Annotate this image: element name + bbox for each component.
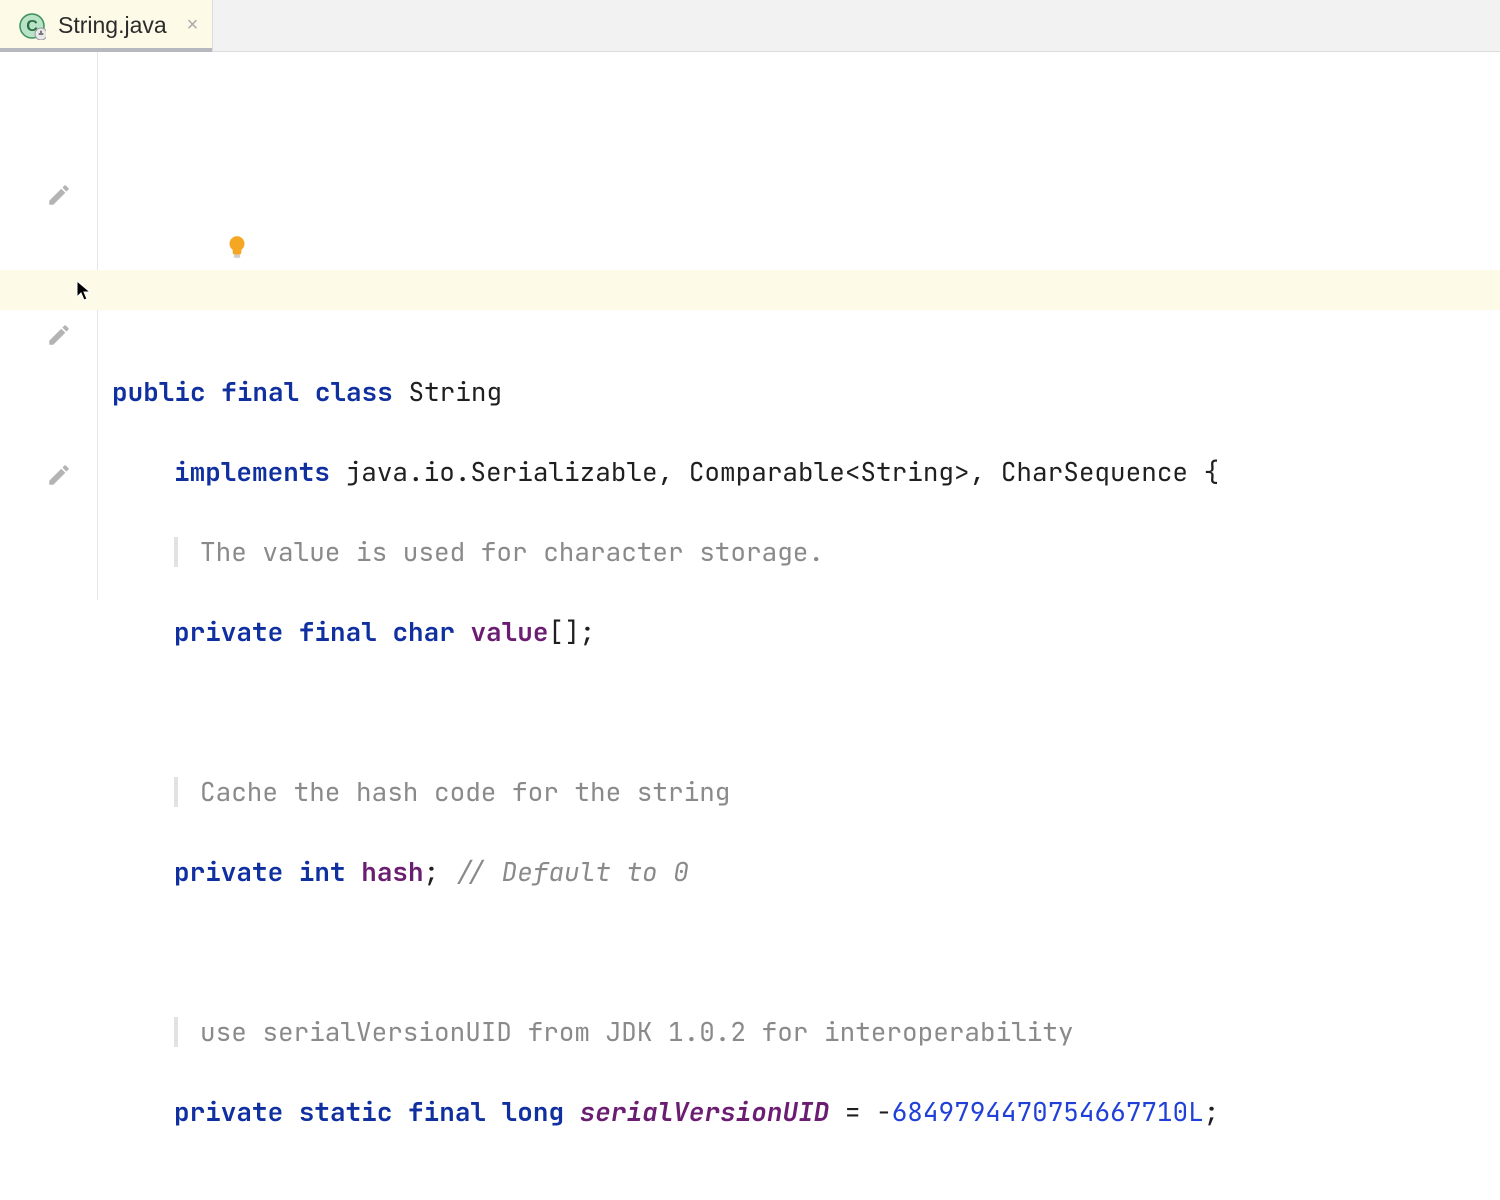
javadoc-suid: use serialVersionUID from JDK 1.0.2 for … — [200, 1014, 1074, 1049]
field-suid: serialVersionUID — [580, 1094, 830, 1129]
tab-label: String.java — [58, 12, 167, 39]
implements-list: java.io.Serializable, Comparable<String>… — [330, 454, 1219, 489]
number-literal: 6849794470754667710L — [892, 1094, 1204, 1129]
gutter — [0, 52, 98, 600]
kw-class: class — [315, 374, 393, 409]
kw-static: static — [299, 1094, 393, 1129]
code-text: ; — [424, 854, 455, 889]
javadoc-hash: Cache the hash code for the string — [200, 774, 730, 809]
pencil-icon[interactable] — [46, 462, 72, 488]
class-icon: C — [18, 12, 46, 40]
kw-implements: implements — [174, 454, 330, 489]
mouse-cursor-icon — [76, 280, 96, 302]
kw-char: char — [392, 614, 454, 649]
file-tab[interactable]: C String.java × — [0, 0, 213, 51]
code-area[interactable]: public final class String implements jav… — [98, 52, 1500, 600]
field-hash: hash — [361, 854, 423, 889]
class-name: String — [408, 374, 502, 409]
kw-long: long — [502, 1094, 564, 1129]
code-text: ; — [1204, 1094, 1220, 1129]
pencil-icon[interactable] — [46, 182, 72, 208]
kw-final: final — [299, 614, 377, 649]
kw-int: int — [299, 854, 346, 889]
close-icon[interactable]: × — [187, 14, 199, 37]
line-comment: // Default to 0 — [455, 854, 689, 889]
tab-bar: C String.java × — [0, 0, 1500, 52]
javadoc-value: The value is used for character storage. — [200, 534, 824, 569]
code-content: public final class String implements jav… — [98, 292, 1500, 1200]
kw-private: private — [174, 614, 283, 649]
editor: public final class String implements jav… — [0, 52, 1500, 600]
code-text: []; — [548, 614, 595, 649]
code-text: = - — [829, 1094, 891, 1129]
field-value: value — [470, 614, 548, 649]
kw-public: public — [112, 374, 206, 409]
kw-private: private — [174, 1094, 283, 1129]
pencil-icon[interactable] — [46, 322, 72, 348]
kw-private: private — [174, 854, 283, 889]
kw-final: final — [408, 1094, 486, 1129]
kw-final: final — [221, 374, 299, 409]
lightbulb-icon[interactable] — [224, 234, 250, 260]
